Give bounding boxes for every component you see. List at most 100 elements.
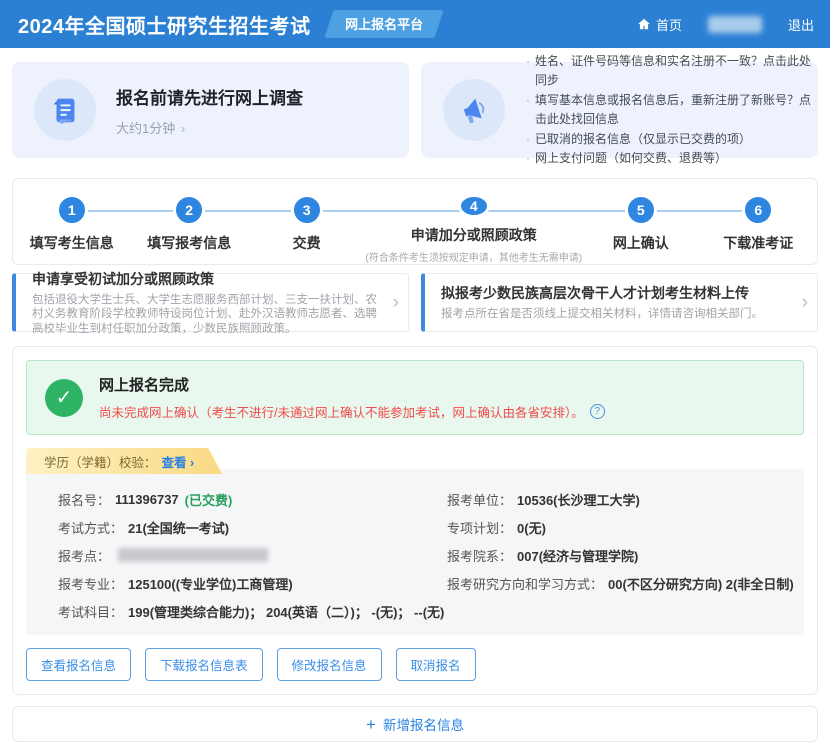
registration-details: 报名号： 111396737 (已交费) 考试方式： 21(全国统一考试) 报考…: [26, 469, 804, 635]
action-buttons: 查看报名信息 下载报名信息表 修改报名信息 取消报名: [26, 648, 804, 681]
chevron-right-icon: ›: [393, 292, 399, 314]
status-banner: ✓ 网上报名完成 尚未完成网上确认（考生不进行/未通过网上确认不能参加考试，网上…: [26, 360, 804, 435]
platform-badge-label: 网上报名平台: [345, 14, 423, 33]
policy-card-bonus[interactable]: 申请享受初试加分或照顾政策 包括退役大学生士兵、大学生志愿服务西部计划、三支一扶…: [12, 273, 409, 332]
logout-label: 退出: [788, 15, 814, 34]
view-verification-link[interactable]: 查看 ›: [162, 452, 195, 471]
field-value: 0(无): [517, 518, 546, 537]
field-value: 10536(长沙理工大学): [517, 490, 640, 509]
field-research-direction: 报考研究方向和学习方式： 00(不区分研究方向) 2(非全日制): [447, 569, 792, 597]
field-label: 报考专业：: [58, 574, 123, 593]
status-title: 网上报名完成: [99, 374, 605, 395]
notice-sync-link[interactable]: 姓名、证件号码等信息和实名注册不一致？点击此处同步: [525, 52, 812, 91]
step-6-number: 6: [742, 194, 774, 226]
field-label: 报考研究方向和学习方式：: [447, 574, 603, 593]
field-value: 111396737: [115, 492, 179, 507]
step-6-label: 下载准考证: [723, 233, 793, 253]
logout-link[interactable]: 退出: [788, 15, 814, 34]
field-label: 专项计划：: [447, 518, 512, 537]
modify-registration-button[interactable]: 修改报名信息: [277, 648, 382, 681]
field-department: 报考院系： 007(经济与管理学院): [447, 541, 792, 569]
chevron-right-icon: ›: [181, 121, 185, 136]
notice-payment-link[interactable]: 网上支付问题（如何交费、退费等）: [525, 149, 812, 169]
steps-progress: 1 填写考生信息 2 填写报考信息 3 交费 4 申请加分或照顾政策 (符合条件…: [12, 178, 818, 265]
view-verification-text: 查看: [162, 456, 187, 470]
check-icon: ✓: [45, 379, 83, 417]
field-value: 007(经济与管理学院): [517, 546, 638, 565]
policy-card-minority-upload[interactable]: 拟报考少数民族高层次骨干人才计划考生材料上传 报考点所在省是否须线上提交相关材料…: [421, 273, 818, 332]
step-2-fill-application-info: 2 填写报考信息: [130, 194, 247, 264]
step-4-label: 申请加分或照顾政策: [411, 225, 537, 245]
step-5-online-confirm: 5 网上确认: [582, 194, 699, 264]
notice-cancelled-link[interactable]: 已取消的报名信息（仅显示已交费的项）: [525, 130, 812, 150]
policy-minority-title: 拟报考少数民族高层次骨干人才计划考生材料上传: [441, 283, 763, 303]
step-1-fill-candidate-info: 1 填写考生信息: [13, 194, 130, 264]
field-registration-number: 报名号： 111396737 (已交费): [58, 485, 447, 513]
notice-recover-link[interactable]: 填写基本信息或报名信息后，重新注册了新账号？点击此处找回信息: [525, 91, 812, 130]
survey-duration-text: 大约1分钟: [116, 121, 175, 136]
chevron-right-icon: ›: [190, 456, 194, 470]
view-registration-button[interactable]: 查看报名信息: [26, 648, 131, 681]
megaphone-icon: [443, 79, 505, 141]
status-warning-text: 尚未完成网上确认（考生不进行/未通过网上确认不能参加考试，网上确认由各省安排）。: [99, 402, 584, 421]
exam-site-redacted-value: [118, 548, 268, 562]
home-link[interactable]: 首页: [637, 15, 682, 34]
cancel-registration-button[interactable]: 取消报名: [396, 648, 476, 681]
plus-icon: +: [366, 716, 376, 733]
field-special-program: 专项计划： 0(无): [447, 513, 792, 541]
platform-badge: 网上报名平台: [324, 10, 443, 38]
check-glyph: ✓: [56, 385, 73, 410]
step-3-label: 交费: [293, 233, 321, 253]
step-5-number: 5: [625, 194, 657, 226]
step-3-number: 3: [291, 194, 323, 226]
main-content: 报名前请先进行网上调查 大约1分钟 › 姓名、证件号码等信息和实名注册不: [0, 48, 830, 742]
field-label: 报名号：: [58, 490, 110, 509]
app-header: 2024年全国硕士研究生招生考试 网上报名平台 首页 退出: [0, 0, 830, 48]
details-left-column: 报名号： 111396737 (已交费) 考试方式： 21(全国统一考试) 报考…: [58, 485, 447, 625]
survey-document-icon: [34, 79, 96, 141]
survey-duration: 大约1分钟 ›: [116, 118, 303, 137]
field-label: 考试方式：: [58, 518, 123, 537]
home-label: 首页: [656, 15, 682, 34]
home-icon: [637, 17, 651, 31]
step-3-pay-fee: 3 交费: [248, 194, 365, 264]
step-2-number: 2: [173, 194, 205, 226]
add-registration-card: + 新增报名信息: [12, 706, 818, 742]
field-target-university: 报考单位： 10536(长沙理工大学): [447, 485, 792, 513]
field-major: 报考专业： 125100((专业学位)工商管理): [58, 569, 447, 597]
add-registration-label: 新增报名信息: [383, 714, 464, 734]
field-value: 00(不区分研究方向) 2(非全日制): [608, 574, 794, 593]
field-value: 199(管理类综合能力)； 204(英语（二）)； -(无)； --(无): [128, 602, 444, 621]
download-registration-form-button[interactable]: 下载报名信息表: [145, 648, 263, 681]
policy-bonus-title: 申请享受初试加分或照顾政策: [32, 269, 380, 289]
field-label: 报考单位：: [447, 490, 512, 509]
step-2-label: 填写报考信息: [147, 233, 231, 253]
step-5-label: 网上确认: [613, 233, 669, 253]
field-label: 报考院系：: [447, 546, 512, 565]
survey-title: 报名前请先进行网上调查: [116, 84, 303, 109]
page-title: 2024年全国硕士研究生招生考试: [18, 10, 311, 39]
step-1-number: 1: [56, 194, 88, 226]
field-exam-site: 报考点：: [58, 541, 447, 569]
policy-bonus-desc: 包括退役大学生士兵、大学生志愿服务西部计划、三支一扶计划、农村义务教育阶段学校教…: [32, 293, 380, 337]
notice-list: 姓名、证件号码等信息和实名注册不一致？点击此处同步 填写基本信息或报名信息后，重…: [525, 52, 818, 169]
step-6-download-ticket: 6 下载准考证: [700, 194, 817, 264]
field-value: 125100((专业学位)工商管理): [128, 574, 293, 593]
field-label: 考试科目：: [58, 602, 123, 621]
step-4-note: (符合条件考生须按规定申请，其他考生无需申请): [365, 249, 582, 264]
help-icon[interactable]: ?: [590, 404, 605, 419]
step-4-apply-bonus-policy: 4 申请加分或照顾政策 (符合条件考生须按规定申请，其他考生无需申请): [365, 194, 582, 264]
status-warning: 尚未完成网上确认（考生不进行/未通过网上确认不能参加考试，网上确认由各省安排）。…: [99, 402, 605, 421]
chevron-right-icon: ›: [802, 292, 808, 314]
field-value: 21(全国统一考试): [128, 518, 229, 537]
step-4-number: 4: [458, 194, 490, 218]
paid-status-badge: (已交费): [185, 490, 233, 509]
survey-card[interactable]: 报名前请先进行网上调查 大约1分钟 ›: [12, 62, 409, 158]
registration-card: ✓ 网上报名完成 尚未完成网上确认（考生不进行/未通过网上确认不能参加考试，网上…: [12, 346, 818, 695]
add-registration-button[interactable]: + 新增报名信息: [366, 714, 464, 734]
education-check-label: 学历（学籍）校验：: [44, 452, 157, 471]
field-exam-method: 考试方式： 21(全国统一考试): [58, 513, 447, 541]
username-redacted: [708, 16, 762, 33]
field-exam-subjects: 考试科目： 199(管理类综合能力)； 204(英语（二）)； -(无)； --…: [58, 597, 447, 625]
step-1-label: 填写考生信息: [30, 233, 114, 253]
